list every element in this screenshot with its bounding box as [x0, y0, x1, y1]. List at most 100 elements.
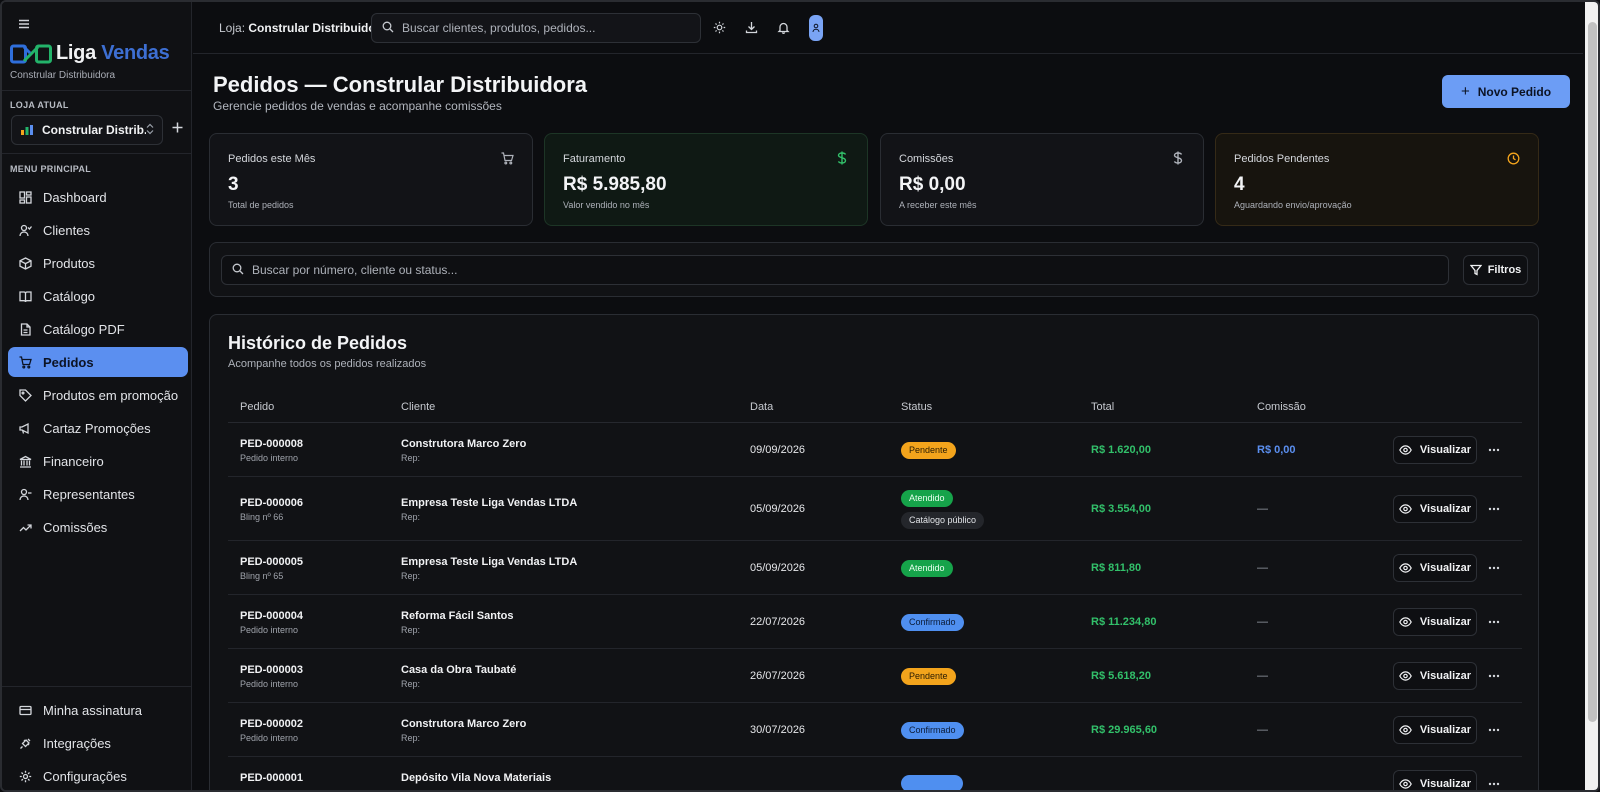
- order-origin: Pedido interno: [240, 453, 299, 463]
- bell-icon[interactable]: [776, 20, 790, 34]
- status-cell: [901, 775, 963, 790]
- users-icon: [18, 223, 32, 237]
- sidebar-item-pedidos[interactable]: Pedidos: [8, 347, 188, 377]
- more-options-icon[interactable]: [1488, 443, 1502, 457]
- table-row[interactable]: PED-000008 Pedido interno Construtora Marc…: [228, 423, 1522, 477]
- table-row[interactable]: PED-000005 Bling nº 65 Empresa Teste Liga …: [228, 541, 1522, 595]
- more-options-icon[interactable]: [1488, 502, 1502, 516]
- plus-icon: +: [1460, 83, 1470, 100]
- more-options-icon[interactable]: [1488, 777, 1502, 790]
- order-id[interactable]: PED-000008: [240, 438, 303, 450]
- sidebar-item-produtos-promocao[interactable]: Produtos em promoção: [8, 380, 188, 410]
- sidebar-item-comissoes[interactable]: Comissões: [8, 512, 188, 542]
- more-options-icon[interactable]: [1488, 723, 1502, 737]
- sidebar-item-label: Configurações: [43, 768, 127, 784]
- sidebar-item-label: Dashboard: [43, 189, 107, 205]
- order-origin: Pedido interno: [240, 733, 299, 743]
- sidebar-item-label: Clientes: [43, 222, 90, 238]
- app-window: Liga Vendas Constrular Distribuidora LOJ…: [0, 0, 1600, 792]
- new-order-button[interactable]: + Novo Pedido: [1442, 75, 1570, 108]
- table-row[interactable]: PED-000003 Pedido interno Casa da Obra Tau…: [228, 649, 1522, 703]
- file-icon: [18, 322, 32, 336]
- theme-toggle-icon[interactable]: [712, 20, 726, 34]
- sidebar-item-assinatura[interactable]: Minha assinatura: [8, 695, 188, 725]
- add-store-button[interactable]: [172, 120, 183, 138]
- order-date: 05/09/2026: [750, 503, 806, 515]
- divider: [2, 90, 192, 91]
- order-commission: —: [1257, 562, 1268, 574]
- view-order-button[interactable]: Visualizar: [1393, 716, 1477, 744]
- client-rep: Rep:: [401, 453, 421, 463]
- sidebar-item-financeiro[interactable]: Financeiro: [8, 446, 188, 476]
- sidebar-item-dashboard[interactable]: Dashboard: [8, 182, 188, 212]
- client-rep: Rep:: [401, 625, 421, 635]
- sidebar-item-integracoes[interactable]: Integrações: [8, 728, 188, 758]
- sidebar-item-catalogo[interactable]: Catálogo: [8, 281, 188, 311]
- table-row[interactable]: PED-000004 Pedido interno Reforma Fácil Sa…: [228, 595, 1522, 649]
- order-search[interactable]: [221, 255, 1449, 285]
- brand-logo[interactable]: Liga Vendas: [10, 42, 170, 65]
- view-order-button[interactable]: Visualizar: [1393, 770, 1477, 790]
- scrollbar[interactable]: [1585, 2, 1598, 790]
- cart-icon: [500, 151, 514, 165]
- sidebar-item-label: Minha assinatura: [43, 702, 142, 718]
- order-id[interactable]: PED-000005: [240, 556, 303, 568]
- menu-label: MENU PRINCIPAL: [10, 164, 92, 174]
- order-total: R$ 1.620,00: [1091, 444, 1151, 456]
- brand-name: Liga Vendas: [56, 42, 170, 64]
- table-row[interactable]: PED-000002 Pedido interno Construtora Marc…: [228, 703, 1522, 757]
- view-order-button[interactable]: Visualizar: [1393, 554, 1477, 582]
- filter-bar: Filtros: [209, 242, 1539, 297]
- table-row[interactable]: PED-000001 Depósito Vila Nova Materiais Vi…: [228, 757, 1522, 790]
- view-order-button[interactable]: Visualizar: [1393, 608, 1477, 636]
- order-commission: —: [1257, 670, 1268, 682]
- status-cell: Confirmado: [901, 721, 964, 739]
- dollar-icon: [1171, 151, 1185, 165]
- sidebar-item-configuracoes[interactable]: Configurações: [8, 761, 188, 790]
- download-icon[interactable]: [744, 20, 758, 34]
- global-search[interactable]: [371, 13, 701, 43]
- status-badge: Atendido: [901, 490, 953, 507]
- view-order-button[interactable]: Visualizar: [1393, 436, 1477, 464]
- order-cell: PED-000002 Pedido interno: [240, 718, 303, 743]
- eye-icon: [1399, 671, 1412, 681]
- order-id[interactable]: PED-000004: [240, 610, 303, 622]
- sidebar-item-cartaz-promocoes[interactable]: Cartaz Promoções: [8, 413, 188, 443]
- view-order-button[interactable]: Visualizar: [1393, 662, 1477, 690]
- order-date: 30/07/2026: [750, 724, 806, 736]
- sidebar-item-catalogo-pdf[interactable]: Catálogo PDF: [8, 314, 188, 344]
- sidebar-item-clientes[interactable]: Clientes: [8, 215, 188, 245]
- divider: [2, 686, 192, 687]
- dashboard-icon: [18, 190, 32, 204]
- order-cell: PED-000003 Pedido interno: [240, 664, 303, 689]
- global-search-input[interactable]: [402, 21, 700, 35]
- client-name: Casa da Obra Taubaté: [401, 664, 517, 676]
- book-icon: [18, 289, 32, 303]
- column-header: Status: [901, 401, 933, 413]
- view-order-button[interactable]: Visualizar: [1393, 495, 1477, 523]
- order-id[interactable]: PED-000003: [240, 664, 303, 676]
- order-commission: —: [1257, 724, 1268, 736]
- table-row[interactable]: PED-000006 Bling nº 66 Empresa Teste Liga …: [228, 477, 1522, 541]
- order-id[interactable]: PED-000006: [240, 497, 303, 509]
- order-origin: Bling nº 65: [240, 571, 284, 581]
- scrollbar-thumb[interactable]: [1588, 22, 1597, 722]
- client-cell: Casa da Obra Taubaté Rep:: [401, 664, 516, 689]
- sidebar-item-label: Produtos em promoção: [43, 387, 179, 403]
- stat-card-pending: Pedidos Pendentes 4 Aguardando envio/apr…: [1215, 133, 1539, 226]
- more-options-icon[interactable]: [1488, 561, 1502, 575]
- avatar[interactable]: [809, 15, 823, 41]
- menu-toggle-icon[interactable]: [18, 18, 30, 30]
- more-options-icon[interactable]: [1488, 669, 1502, 683]
- status-cell: Pendente: [901, 441, 956, 459]
- eye-icon: [1399, 725, 1412, 735]
- store-selector[interactable]: Constrular Distrib...: [11, 115, 163, 145]
- client-name: Reforma Fácil Santos: [401, 610, 514, 622]
- order-id[interactable]: PED-000002: [240, 718, 303, 730]
- sidebar-item-representantes[interactable]: Representantes: [8, 479, 188, 509]
- filters-button[interactable]: Filtros: [1463, 255, 1528, 285]
- order-search-input[interactable]: [252, 263, 1448, 277]
- order-id[interactable]: PED-000001: [240, 772, 303, 784]
- more-options-icon[interactable]: [1488, 615, 1502, 629]
- sidebar-item-produtos[interactable]: Produtos: [8, 248, 188, 278]
